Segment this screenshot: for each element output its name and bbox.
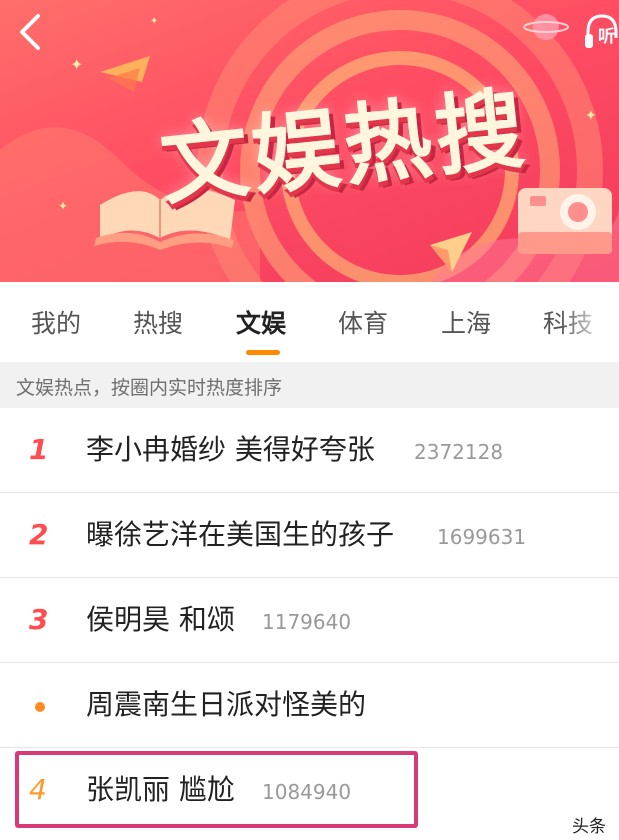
tab-sports[interactable]: 体育: [338, 304, 388, 338]
tab-shanghai[interactable]: 上海: [441, 304, 491, 338]
rank-number: 2: [29, 518, 49, 551]
list-item-title[interactable]: 侯明昊 和颂: [86, 601, 235, 639]
heat-count: 1699631: [437, 525, 527, 549]
list-item-promoted[interactable]: 周震南生日派对怪美的: [0, 663, 619, 748]
rank-number: 4: [29, 773, 47, 806]
hero-banner: ✦ ✦ ✦ ✦ 听 文娱热搜: [0, 0, 619, 282]
active-tab-indicator: [246, 350, 280, 355]
category-tabs: 我的 热搜 文娱 体育 上海 科技: [0, 282, 619, 362]
listen-label[interactable]: 听: [598, 22, 615, 47]
list-item[interactable]: 1 李小冉婚纱 美得好夸张 2372128: [0, 408, 619, 493]
heat-count: 2372128: [414, 440, 504, 464]
svg-text:✦: ✦: [58, 199, 68, 213]
svg-text:✦: ✦: [585, 108, 597, 124]
list-item-title[interactable]: 李小冉婚纱 美得好夸张: [86, 431, 375, 469]
tab-mine[interactable]: 我的: [31, 304, 81, 338]
rank-number: 1: [29, 433, 49, 466]
ranking-hint-bar: 文娱热点，按圈内实时热度排序: [0, 362, 619, 408]
heat-count: 1084940: [262, 780, 352, 804]
tab-hot-search[interactable]: 热搜: [133, 304, 183, 338]
ranking-hint-text: 文娱热点，按圈内实时热度排序: [16, 377, 283, 399]
tab-entertainment[interactable]: 文娱: [236, 304, 286, 338]
watermark: 头条: [572, 817, 606, 837]
list-item[interactable]: 3 侯明昊 和颂 1179640: [0, 578, 619, 663]
list-item[interactable]: 2 曝徐艺洋在美国生的孩子 1699631: [0, 493, 619, 578]
svg-text:✦: ✦: [70, 55, 83, 74]
list-item-title[interactable]: 周震南生日派对怪美的: [86, 686, 366, 724]
list-item-title[interactable]: 曝徐艺洋在美国生的孩子: [86, 516, 394, 554]
svg-text:✦: ✦: [150, 16, 158, 27]
promoted-dot-icon: [35, 702, 45, 712]
tabs-fade-overlay: [560, 282, 619, 362]
heat-count: 1179640: [262, 610, 352, 634]
rank-number: 3: [29, 603, 49, 636]
list-item-title[interactable]: 张凯丽 尴尬: [86, 771, 235, 809]
chevron-left-icon[interactable]: [14, 12, 50, 52]
list-item[interactable]: 4 张凯丽 尴尬 1084940: [0, 748, 619, 833]
